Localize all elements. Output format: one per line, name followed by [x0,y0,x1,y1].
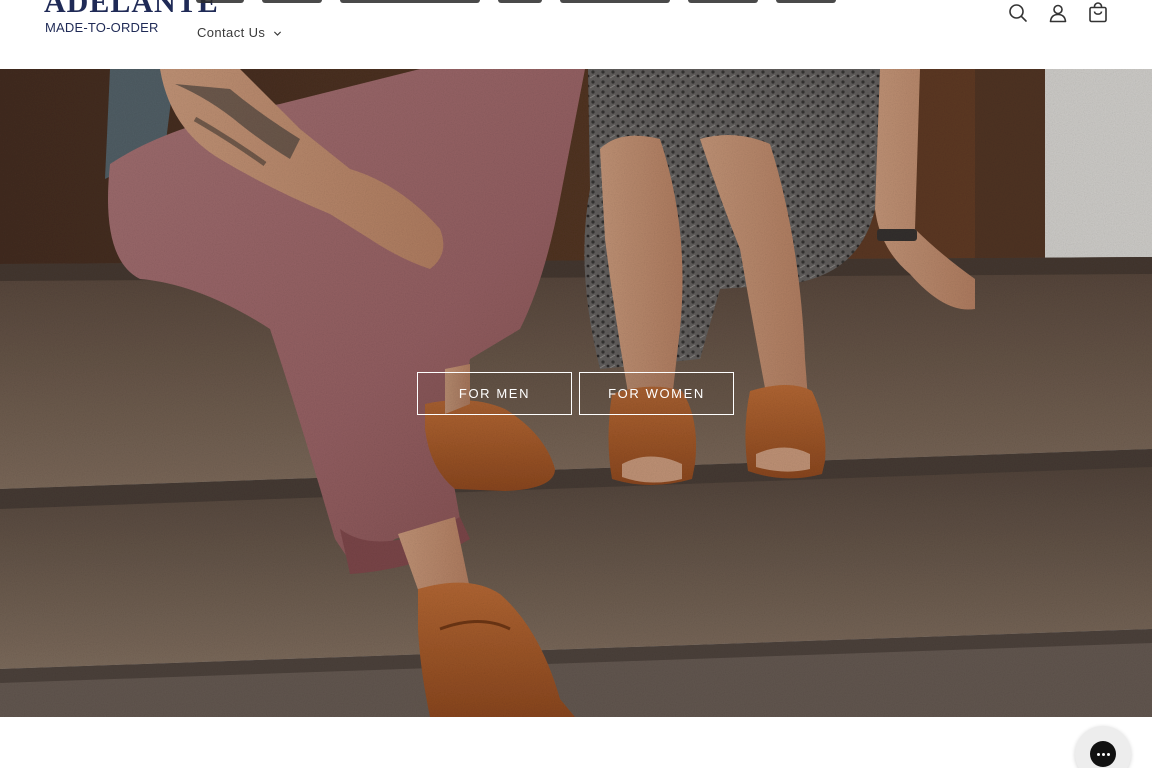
for-men-button[interactable]: FOR MEN [417,372,572,415]
chat-launcher[interactable] [1075,726,1131,768]
nav-contact-us[interactable]: Contact Us [197,22,282,42]
cart-icon[interactable] [1086,1,1110,25]
search-icon[interactable] [1006,1,1030,25]
hero-image [0,69,1152,717]
logo-tagline: MADE-TO-ORDER [45,20,159,35]
chevron-down-icon [274,31,282,36]
chat-bubble-icon [1090,741,1116,767]
site-header: ADELANTE MADE-TO-ORDER Contact Us [0,0,1152,69]
brand-logo[interactable]: ADELANTE MADE-TO-ORDER [44,0,218,36]
logo-wordmark: ADELANTE [44,0,219,19]
for-women-button[interactable]: FOR WOMEN [579,372,734,415]
main-nav-cutoff [196,0,896,4]
hero-banner: FOR MEN FOR WOMEN [0,69,1152,717]
account-icon[interactable] [1046,1,1070,25]
nav-contact-label: Contact Us [197,24,266,40]
